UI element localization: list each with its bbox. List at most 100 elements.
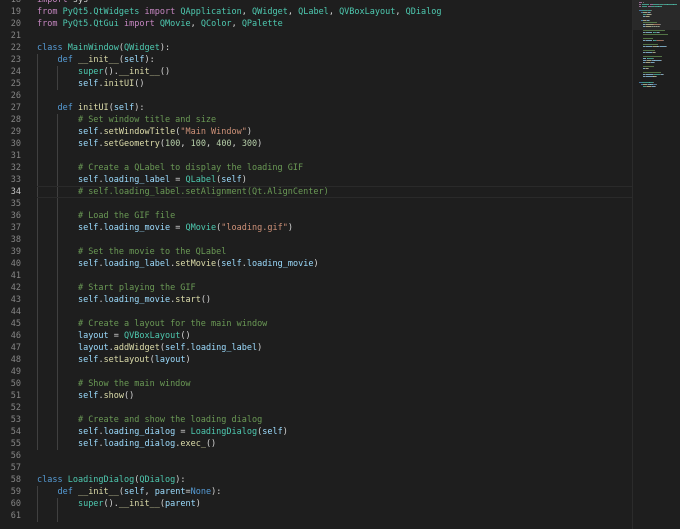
code-text[interactable]: self.setLayout(layout) (37, 354, 632, 366)
indent-guide (57, 126, 59, 138)
code-text[interactable] (37, 510, 632, 522)
minimap[interactable] (632, 0, 680, 529)
code-line[interactable]: 46 layout = QVBoxLayout() (0, 330, 632, 342)
code-text[interactable]: def __init__(self, parent=None): (37, 486, 632, 498)
code-text[interactable]: self.loading_dialog = LoadingDialog(self… (37, 426, 632, 438)
code-text[interactable]: class LoadingDialog(QDialog): (37, 474, 632, 486)
code-text[interactable]: from PyQt5.QtGui import QMovie, QColor, … (37, 18, 632, 30)
code-text[interactable]: # self.loading_label.setAlignment(Qt.Ali… (37, 186, 632, 198)
code-line[interactable]: 24 super().__init__() (0, 66, 632, 78)
code-text[interactable] (37, 462, 632, 474)
minimap-line (653, 62, 654, 63)
code-line[interactable]: 57 (0, 462, 632, 474)
code-token: loading_label (103, 175, 171, 185)
code-line[interactable]: 37 self.loading_movie = QMovie("loading.… (0, 222, 632, 234)
code-text[interactable] (37, 270, 632, 282)
code-line[interactable]: 56 (0, 450, 632, 462)
code-text[interactable]: self.loading_movie.start() (37, 294, 632, 306)
code-token: self (262, 427, 283, 437)
code-text[interactable] (37, 30, 632, 42)
code-text[interactable]: # Create a QLabel to display the loading… (37, 162, 632, 174)
code-text[interactable]: from PyQt5.QtWidgets import QApplication… (37, 6, 632, 18)
code-line[interactable]: 53 # Create and show the loading dialog (0, 414, 632, 426)
code-text[interactable]: layout = QVBoxLayout() (37, 330, 632, 342)
indent-guide (57, 258, 59, 270)
code-line[interactable]: 22 class MainWindow(QWidget): (0, 42, 632, 54)
code-line[interactable]: 21 (0, 30, 632, 42)
code-line[interactable]: 45 # Create a layout for the main window (0, 318, 632, 330)
code-line[interactable]: 33 self.loading_label = QLabel(self) (0, 174, 632, 186)
code-line[interactable]: 51 self.show() (0, 390, 632, 402)
code-text[interactable]: self.setGeometry(100, 100, 400, 300) (37, 138, 632, 150)
code-line[interactable]: 25 self.initUI() (0, 78, 632, 90)
code-text[interactable]: # Load the GIF file (37, 210, 632, 222)
code-line[interactable]: 28 # Set window title and size (0, 114, 632, 126)
code-line[interactable]: 60 super().__init__(parent) (0, 498, 632, 510)
code-line[interactable]: 41 (0, 270, 632, 282)
code-line[interactable]: 61 (0, 510, 632, 522)
code-line[interactable]: 26 (0, 90, 632, 102)
code-line[interactable]: 31 (0, 150, 632, 162)
code-text[interactable] (37, 198, 632, 210)
code-editor[interactable]: 18 import sys 19 from PyQt5.QtWidgets impor… (0, 0, 680, 529)
code-text[interactable] (37, 234, 632, 246)
code-line[interactable]: 30 self.setGeometry(100, 100, 400, 300) (0, 138, 632, 150)
code-line[interactable]: 48 self.setLayout(layout) (0, 354, 632, 366)
code-text[interactable]: self.initUI() (37, 78, 632, 90)
code-line[interactable]: 44 (0, 306, 632, 318)
code-text[interactable]: super().__init__(parent) (37, 498, 632, 510)
code-text[interactable]: self.loading_movie = QMovie("loading.gif… (37, 222, 632, 234)
code-line[interactable]: 52 (0, 402, 632, 414)
code-line[interactable]: 19 from PyQt5.QtWidgets import QApplicati… (0, 6, 632, 18)
code-line[interactable]: 32 # Create a QLabel to display the load… (0, 162, 632, 174)
code-line[interactable]: 23 def __init__(self): (0, 54, 632, 66)
code-text[interactable]: # Set the movie to the QLabel (37, 246, 632, 258)
minimap-line (643, 50, 655, 51)
code-line[interactable]: 54 self.loading_dialog = LoadingDialog(s… (0, 426, 632, 438)
code-line[interactable]: 40 self.loading_label.setMovie(self.load… (0, 258, 632, 270)
code-token: setMovie (175, 259, 217, 269)
code-line[interactable]: 55 self.loading_dialog.exec_() (0, 438, 632, 450)
code-text[interactable]: self.loading_dialog.exec_() (37, 438, 632, 450)
code-line[interactable]: 58 class LoadingDialog(QDialog): (0, 474, 632, 486)
code-line[interactable]: 47 layout.addWidget(self.loading_label) (0, 342, 632, 354)
code-text[interactable]: super().__init__() (37, 66, 632, 78)
code-text[interactable]: def __init__(self): (37, 54, 632, 66)
code-text[interactable]: # Create a layout for the main window (37, 318, 632, 330)
code-line[interactable]: 59 def __init__(self, parent=None): (0, 486, 632, 498)
code-text[interactable] (37, 150, 632, 162)
code-text[interactable]: self.setWindowTitle("Main Window") (37, 126, 632, 138)
code-text[interactable]: self.loading_label.setMovie(self.loading… (37, 258, 632, 270)
code-text[interactable]: # Set window title and size (37, 114, 632, 126)
code-text[interactable] (37, 90, 632, 102)
code-text[interactable] (37, 366, 632, 378)
code-text[interactable] (37, 306, 632, 318)
code-area[interactable]: 18 import sys 19 from PyQt5.QtWidgets impor… (0, 0, 632, 522)
line-number: 48 (10, 355, 21, 365)
code-text[interactable]: self.show() (37, 390, 632, 402)
code-text[interactable]: def initUI(self): (37, 102, 632, 114)
code-token: super (77, 67, 104, 77)
code-text[interactable] (37, 450, 632, 462)
code-text[interactable]: class MainWindow(QWidget): (37, 42, 632, 54)
code-line[interactable]: 49 (0, 366, 632, 378)
code-token: () (159, 67, 171, 77)
code-text[interactable]: layout.addWidget(self.loading_label) (37, 342, 632, 354)
code-text[interactable]: # Show the main window (37, 378, 632, 390)
indent-guide (37, 510, 38, 522)
code-line[interactable]: 34 # self.loading_label.setAlignment(Qt.… (0, 186, 632, 198)
code-line[interactable]: 20 from PyQt5.QtGui import QMovie, QColor… (0, 18, 632, 30)
code-line[interactable]: 36 # Load the GIF file (0, 210, 632, 222)
code-line[interactable]: 27 def initUI(self): (0, 102, 632, 114)
code-text[interactable]: # Start playing the GIF (37, 282, 632, 294)
code-text[interactable]: # Create and show the loading dialog (37, 414, 632, 426)
code-text[interactable]: self.loading_label = QLabel(self) (37, 174, 632, 186)
code-line[interactable]: 35 (0, 198, 632, 210)
code-line[interactable]: 29 self.setWindowTitle("Main Window") (0, 126, 632, 138)
code-line[interactable]: 43 self.loading_movie.start() (0, 294, 632, 306)
code-line[interactable]: 42 # Start playing the GIF (0, 282, 632, 294)
code-line[interactable]: 50 # Show the main window (0, 378, 632, 390)
code-text[interactable] (37, 402, 632, 414)
code-line[interactable]: 39 # Set the movie to the QLabel (0, 246, 632, 258)
code-line[interactable]: 38 (0, 234, 632, 246)
